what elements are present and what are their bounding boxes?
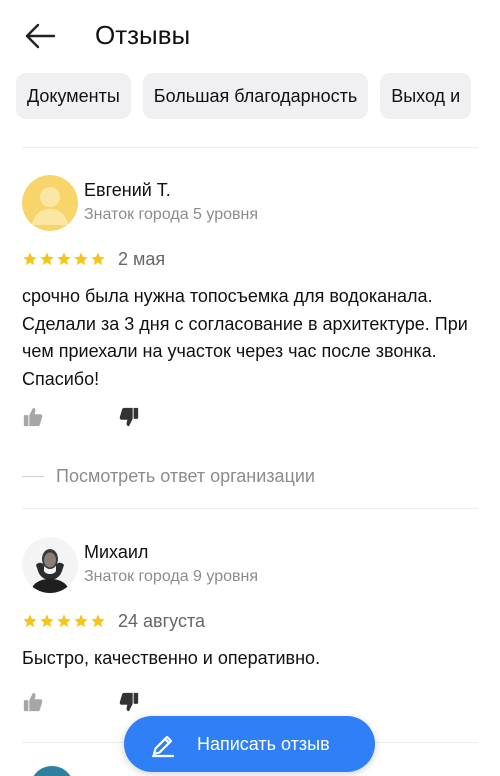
star-icon: [57, 614, 71, 628]
chip-exit[interactable]: Выход и: [380, 73, 472, 119]
reply-line: [22, 475, 44, 477]
user-photo-icon: [22, 537, 78, 593]
thumbs-down-icon: [119, 692, 139, 712]
thumbs-up-icon: [23, 692, 43, 712]
divider: [22, 508, 478, 509]
review-actions: [22, 406, 152, 432]
author-name[interactable]: Евгений Т.: [84, 178, 171, 202]
star-rating: [22, 251, 106, 267]
author-name[interactable]: Михаил: [84, 540, 148, 564]
write-review-label: Написать отзыв: [197, 734, 330, 754]
star-icon: [91, 252, 105, 266]
write-review-button[interactable]: Написать отзыв: [124, 716, 375, 772]
star-icon: [40, 614, 54, 628]
back-button[interactable]: [20, 18, 60, 54]
view-org-reply-link[interactable]: Посмотреть ответ организации: [22, 462, 315, 490]
filter-chips: Документы Большая благодарность Выход и: [16, 73, 500, 119]
avatar[interactable]: [30, 766, 74, 776]
header: Отзывы: [0, 0, 500, 70]
review-date: 24 августа: [118, 610, 206, 631]
review-actions: [22, 691, 152, 717]
thumbs-down-icon: [119, 407, 139, 427]
review-date: 2 мая: [118, 248, 166, 269]
org-reply-label: Посмотреть ответ организации: [56, 465, 315, 486]
avatar[interactable]: [22, 537, 78, 593]
avatar[interactable]: [22, 175, 78, 231]
author-level: Знаток города 5 уровня: [84, 206, 259, 223]
page-title: Отзывы: [95, 20, 191, 50]
star-rating: [22, 613, 106, 629]
star-icon: [23, 614, 37, 628]
rating-row: 24 августа: [22, 609, 205, 633]
rating-row: 2 мая: [22, 247, 165, 271]
star-icon: [23, 252, 37, 266]
star-icon: [74, 252, 88, 266]
dislike-button[interactable]: [118, 406, 142, 430]
default-user-avatar-icon: [22, 175, 78, 231]
review-text: Быстро, качественно и оперативно.: [22, 648, 321, 668]
like-button[interactable]: [22, 406, 46, 430]
chip-documents[interactable]: Документы: [16, 73, 131, 119]
pencil-icon: [151, 735, 175, 758]
arrow-left-icon: [25, 23, 56, 49]
star-icon: [74, 614, 88, 628]
star-icon: [91, 614, 105, 628]
author-level: Знаток города 9 уровня: [84, 568, 259, 585]
review-text: срочно была нужна топосъемка для водокан…: [22, 286, 468, 389]
dislike-button[interactable]: [118, 691, 142, 715]
like-button[interactable]: [22, 691, 46, 715]
divider: [22, 147, 478, 148]
star-icon: [40, 252, 54, 266]
chip-big-thanks[interactable]: Большая благодарность: [142, 73, 369, 119]
thumbs-up-icon: [23, 407, 43, 427]
reviews-screen: Отзывы Документы Большая благодарность В…: [0, 0, 500, 776]
star-icon: [57, 252, 71, 266]
